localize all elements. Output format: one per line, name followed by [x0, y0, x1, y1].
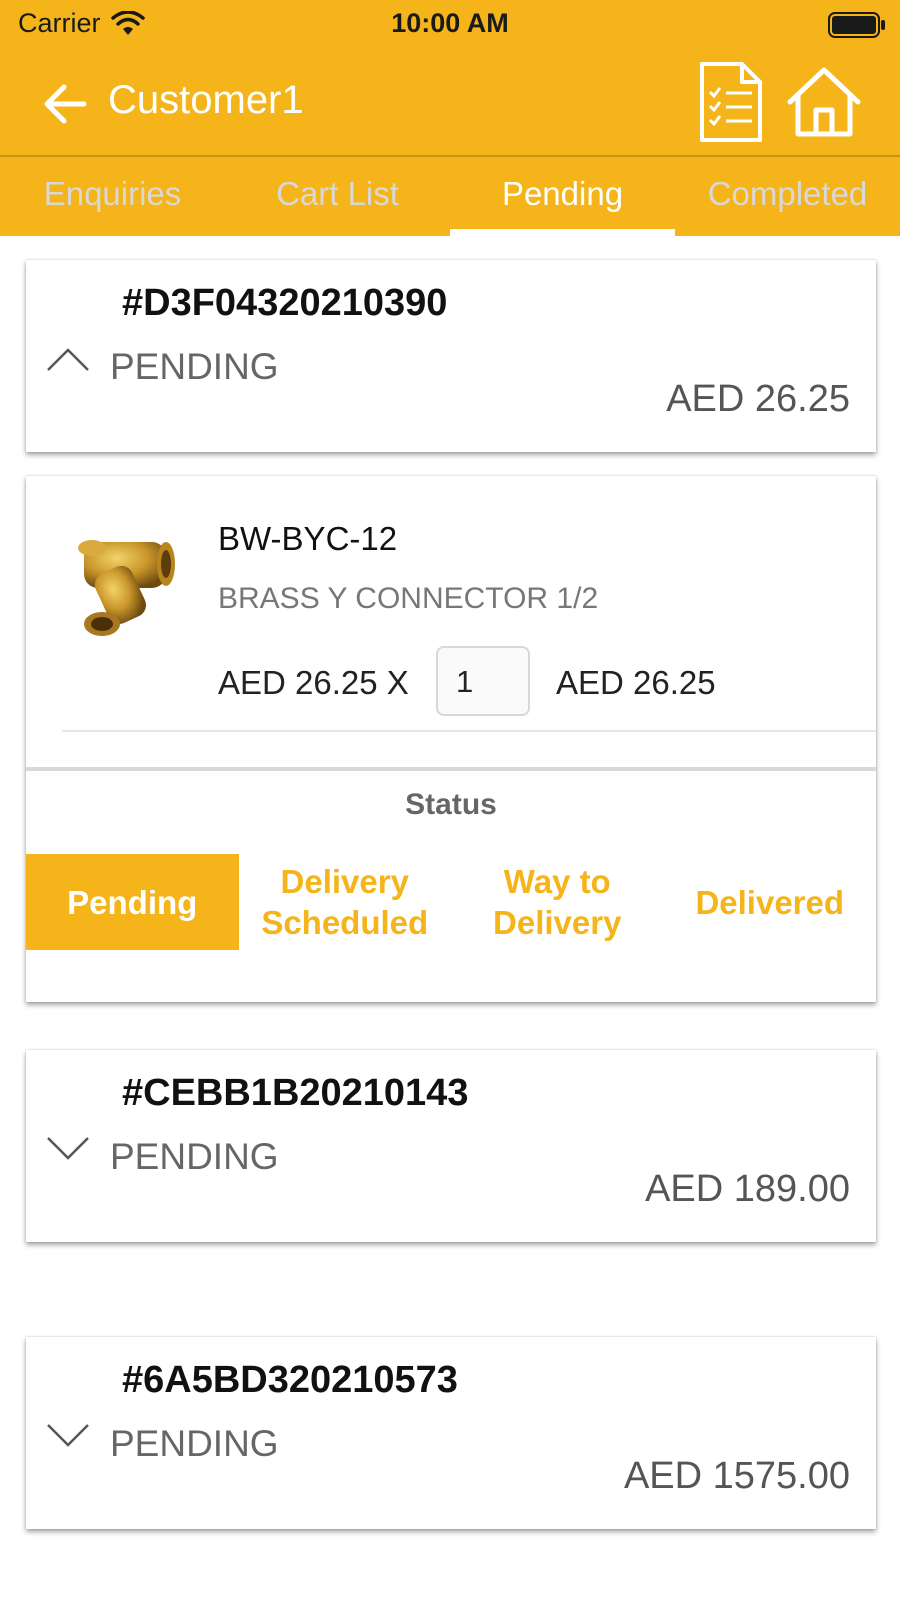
unit-price: AED 26.25 X: [218, 664, 409, 701]
step-label-line1: Delivery: [280, 863, 409, 900]
product-sku: BW-BYC-12: [218, 520, 398, 557]
app-header: Carrier 10:00 AM Customer1 Enquiries Car…: [0, 0, 900, 236]
step-label: Pending: [67, 883, 198, 921]
order-card[interactable]: #6A5BD320210573 PENDING AED 1575.00: [26, 1337, 876, 1529]
order-id: #CEBB1B20210143: [122, 1072, 469, 1114]
order-status: PENDING: [110, 1136, 279, 1177]
order-id: #6A5BD320210573: [122, 1359, 458, 1401]
product-image: [78, 540, 175, 636]
chevron-down-icon[interactable]: [46, 1421, 90, 1449]
quantity-field[interactable]: 1: [436, 646, 530, 716]
line-total: AED 26.25: [556, 664, 716, 701]
home-icon[interactable]: [786, 66, 862, 138]
order-id: #D3F04320210390: [122, 282, 448, 324]
battery-icon: [828, 12, 885, 38]
status-step-pending[interactable]: Pending: [26, 854, 239, 950]
order-list-icon[interactable]: [698, 60, 764, 144]
back-arrow-icon[interactable]: [40, 80, 90, 128]
tab-completed[interactable]: Completed: [675, 157, 900, 236]
tab-pending[interactable]: Pending: [450, 157, 675, 236]
status-tracker: Pending Delivery Scheduled Way to Delive…: [26, 854, 876, 950]
status-heading: Status: [405, 788, 497, 821]
status-step-delivered[interactable]: Delivered: [664, 854, 877, 950]
order-amount: AED 1575.00: [623, 1455, 850, 1497]
tab-cart-list[interactable]: Cart List: [225, 157, 450, 236]
step-label-line2: Delivery: [493, 904, 622, 941]
order-card[interactable]: #D3F04320210390 PENDING AED 26.25: [26, 260, 876, 452]
step-label-line2: Scheduled: [261, 904, 429, 941]
order-status: PENDING: [110, 1423, 279, 1464]
tab-enquiries[interactable]: Enquiries: [0, 157, 225, 236]
step-label: Delivered: [695, 883, 845, 921]
navigation-bar: Customer1: [0, 52, 900, 156]
section-divider: [26, 767, 876, 771]
tab-bar: Enquiries Cart List Pending Completed: [0, 157, 900, 236]
order-detail-panel: BW-BYC-12 BRASS Y CONNECTOR 1/2 AED 26.2…: [26, 476, 876, 1002]
order-amount: AED 189.00: [645, 1168, 850, 1210]
status-step-delivery-scheduled[interactable]: Delivery Scheduled: [239, 854, 452, 950]
step-label-line1: Way to: [503, 863, 611, 900]
status-bar: Carrier 10:00 AM: [0, 0, 900, 52]
page-title: Customer1: [108, 78, 304, 122]
item-divider: [62, 730, 876, 732]
order-amount: AED 26.25: [666, 378, 850, 420]
chevron-up-icon[interactable]: [46, 346, 90, 374]
chevron-down-icon[interactable]: [46, 1134, 90, 1162]
order-status: PENDING: [110, 346, 279, 387]
status-step-way-to-delivery[interactable]: Way to Delivery: [451, 854, 664, 950]
product-name: BRASS Y CONNECTOR 1/2: [218, 582, 599, 615]
order-card[interactable]: #CEBB1B20210143 PENDING AED 189.00: [26, 1050, 876, 1242]
clock: 10:00 AM: [391, 8, 509, 38]
